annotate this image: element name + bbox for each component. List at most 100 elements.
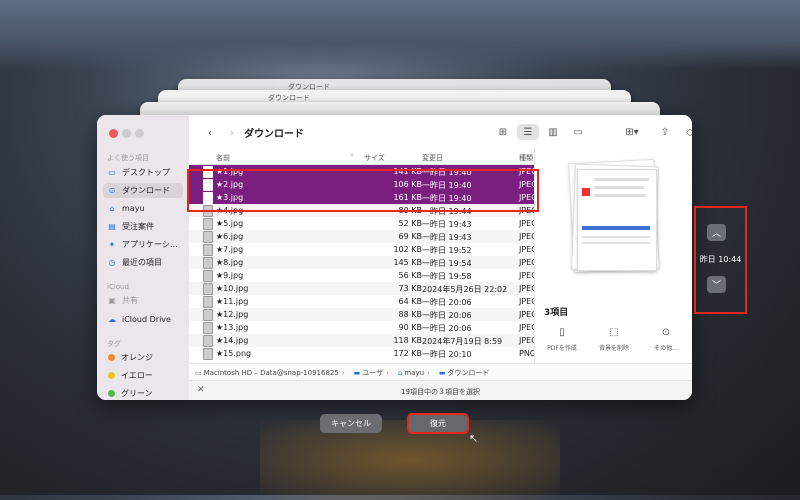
cancel-button[interactable]: キャンセル	[320, 414, 382, 433]
sidebar-item-label: オレンジ	[121, 353, 153, 362]
file-date: 一昨日 19:52	[422, 246, 472, 255]
close-button[interactable]	[109, 129, 118, 138]
chevron-down-icon: ﹀	[711, 281, 721, 291]
table-row[interactable]: ★12.jpg 88 KB一昨日 20:06 JPEG	[189, 308, 534, 321]
path-item[interactable]: ユーザ	[362, 368, 383, 378]
file-icon	[203, 218, 213, 230]
file-date: 一昨日 19:58	[422, 272, 472, 281]
sidebar-item-orders[interactable]: ▤ 受注案件	[103, 219, 183, 234]
sidebar-item-shared[interactable]: ▣ 共有	[103, 293, 183, 308]
remove-background-button[interactable]: ⬚ 背景を削除	[589, 327, 639, 352]
time-navigator: ︿ 昨日 10:44 ﹀	[694, 206, 747, 314]
home-icon: ⌂	[397, 368, 403, 377]
sidebar-item-downloads[interactable]: ⊙ ダウンロード	[103, 183, 183, 198]
applications-icon: ✦	[108, 240, 116, 249]
path-separator-icon: ›	[386, 368, 389, 377]
table-row[interactable]: ★8.jpg 145 KB一昨日 19:54 JPEG	[189, 256, 534, 269]
file-kind: JPEG	[519, 258, 534, 267]
table-row[interactable]: ★13.jpg 90 KB一昨日 20:06 JPEG	[189, 321, 534, 334]
file-name: ★12.jpg	[216, 310, 249, 319]
next-snapshot-button[interactable]: ﹀	[707, 276, 726, 293]
forward-button[interactable]: ›	[225, 124, 239, 140]
column-size[interactable]: サイズ	[364, 153, 385, 163]
list-view-button[interactable]: ☰	[517, 124, 539, 140]
table-row[interactable]: ★15.png 172 KB 一昨日 20:10 PNG	[189, 347, 534, 360]
file-name: ★5.jpg	[216, 219, 244, 228]
action-label: PDFを作成	[547, 345, 577, 352]
shared-icon: ▣	[108, 296, 116, 305]
create-pdf-button[interactable]: ▯ PDFを作成	[537, 327, 587, 352]
sidebar: よく使う項目 ▭ デスクトップ ⊙ ダウンロード ⌂ mayu ▤ 受注案件 ✦ アプリケ…	[97, 115, 190, 400]
column-view-button[interactable]: ▥	[542, 124, 564, 140]
gallery-icon: ▭	[573, 126, 583, 138]
file-name: ★8.jpg	[216, 258, 244, 267]
window-title: ダウンロード	[244, 129, 304, 140]
file-name: ★14.jpg	[216, 336, 249, 345]
minimize-button[interactable]	[122, 129, 131, 138]
clock-icon: ◷	[108, 258, 116, 267]
window-controls	[109, 129, 148, 140]
sidebar-item-applications[interactable]: ✦ アプリケーシ…	[103, 237, 183, 252]
column-kind[interactable]: 種類	[519, 153, 533, 163]
restore-button[interactable]: 復元	[407, 413, 469, 434]
file-kind: JPEG	[519, 284, 534, 293]
gallery-view-button[interactable]: ▭	[567, 124, 589, 140]
file-kind: JPEG	[519, 245, 534, 254]
file-kind: PNG	[519, 349, 534, 358]
selection-highlight	[187, 169, 539, 212]
back-button[interactable]: ‹	[203, 124, 217, 140]
sidebar-tag-green[interactable]: グリーン	[103, 386, 183, 400]
previous-snapshot-button[interactable]: ︿	[707, 224, 726, 241]
table-row[interactable]: ★6.jpg 69 KB一昨日 19:43 JPEG	[189, 230, 534, 243]
zoom-button[interactable]	[135, 129, 144, 138]
file-kind: JPEG	[519, 297, 534, 306]
sidebar-tag-yellow[interactable]: イエロー	[103, 368, 183, 383]
table-row[interactable]: ★10.jpg 73 KB2024年5月26日 22:02 JPEG	[189, 282, 534, 295]
file-size: 73 KB	[398, 284, 422, 293]
cloud-icon: ☁	[108, 315, 116, 324]
sidebar-item-label: イエロー	[121, 371, 153, 380]
more-actions-button[interactable]: ⊙ その他...	[641, 327, 691, 352]
file-name: ★10.jpg	[216, 284, 249, 293]
chevron-right-icon: ›	[229, 125, 235, 139]
home-icon: ⌂	[109, 204, 115, 213]
sidebar-tag-orange[interactable]: オレンジ	[103, 350, 183, 365]
sidebar-item-label: mayu	[122, 204, 145, 213]
group-button[interactable]: ⊞▾	[619, 124, 645, 140]
more-icon: ⊙	[661, 327, 671, 338]
file-date: 一昨日 19:54	[422, 259, 472, 268]
table-row[interactable]: ★7.jpg 102 KB一昨日 19:52 JPEG	[189, 243, 534, 256]
snapshot-time: 昨日 10:44	[699, 255, 742, 264]
file-date: 一昨日 20:06	[422, 298, 472, 307]
sidebar-item-home[interactable]: ⌂ mayu	[103, 201, 183, 216]
file-name: ★15.png	[216, 349, 252, 358]
path-separator-icon: ›	[427, 368, 430, 377]
file-name: ★6.jpg	[216, 232, 244, 241]
path-item[interactable]: mayu	[404, 369, 424, 377]
disk-icon: ▭	[195, 368, 202, 377]
table-row[interactable]: ★5.jpg 52 KB一昨日 19:43 JPEG	[189, 217, 534, 230]
table-row[interactable]: ★11.jpg 64 KB一昨日 20:06 JPEG	[189, 295, 534, 308]
sidebar-item-icloud-drive[interactable]: ☁ iCloud Drive	[103, 312, 183, 327]
share-icon: ⇪	[660, 126, 670, 138]
icon-view-button[interactable]: ⊞	[492, 124, 514, 140]
columns-icon: ▥	[548, 126, 558, 138]
table-row[interactable]: ★9.jpg 56 KB一昨日 19:58 JPEG	[189, 269, 534, 282]
desktop-icon: ▭	[108, 168, 116, 177]
path-item[interactable]: ダウンロード	[448, 368, 490, 378]
selection-status: 19項目中の３項目を選択	[401, 388, 480, 396]
sort-chevron-icon: ⌃	[349, 153, 355, 161]
column-date[interactable]: 変更日	[422, 153, 443, 163]
file-size: 118 KB	[393, 336, 422, 345]
file-size: 102 KB	[393, 245, 422, 254]
tag-button[interactable]: ◇	[679, 124, 692, 140]
path-item[interactable]: Macintosh HD – Data@snap-10916825	[204, 369, 339, 377]
column-name[interactable]: 名前	[216, 153, 230, 163]
file-kind: JPEG	[519, 310, 534, 319]
favorites-header: よく使う項目	[107, 154, 149, 162]
table-row[interactable]: ★14.jpg 118 KB2024年7月19日 8:59 JPEG	[189, 334, 534, 347]
sidebar-item-recents[interactable]: ◷ 最近の項目	[103, 255, 183, 270]
share-button[interactable]: ⇪	[654, 124, 676, 140]
sidebar-item-desktop[interactable]: ▭ デスクトップ	[103, 165, 183, 180]
file-date: 一昨日 20:06	[422, 311, 472, 320]
